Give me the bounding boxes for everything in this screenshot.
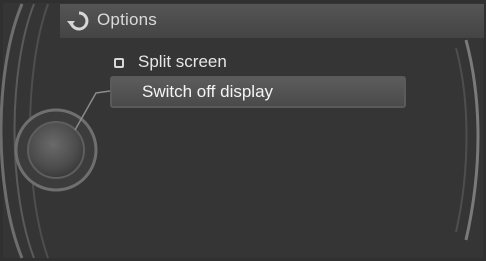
menu-item-label: Split screen	[138, 52, 227, 71]
idrive-controller-knob-icon	[14, 108, 98, 192]
page-title: Options	[97, 10, 157, 29]
split-screen-icon	[114, 58, 124, 68]
screen-background	[0, 0, 486, 261]
menu-item-split-screen[interactable]: Split screen	[114, 50, 227, 74]
back-arrow-icon[interactable]	[65, 9, 91, 33]
display-screen: Options Split screen Switch off display	[0, 0, 486, 261]
menu-item-switch-off-display[interactable]: Switch off display	[110, 76, 406, 108]
menu-item-label: Switch off display	[142, 82, 274, 101]
